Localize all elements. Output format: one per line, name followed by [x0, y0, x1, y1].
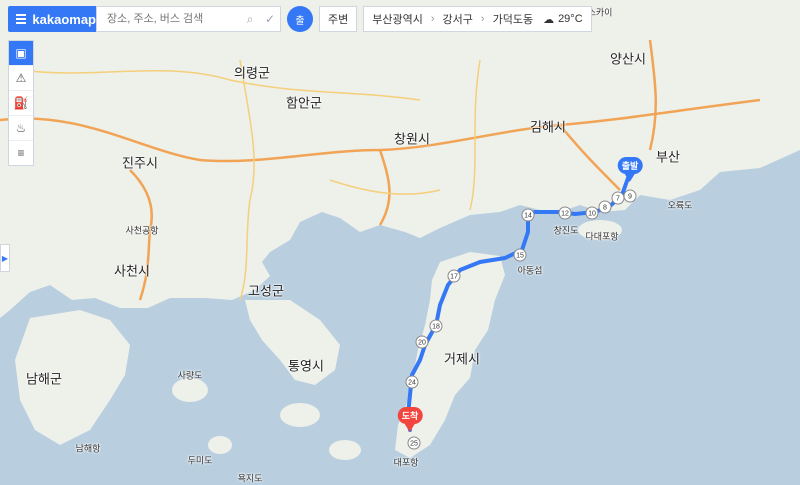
region-breadcrumb: 부산광역시 › 강서구 › 가덕도동 ☁ 29°C [363, 6, 592, 32]
city-label: 함안군 [286, 95, 322, 111]
island [280, 403, 320, 427]
city-label: 의령군 [234, 65, 270, 81]
breadcrumb-item[interactable]: 강서구 [443, 11, 473, 27]
cloud-icon: ☁ [543, 13, 555, 26]
panel-toggle-button[interactable]: ▶ [0, 244, 10, 272]
search-input[interactable] [105, 12, 240, 26]
city-label: 남해군 [26, 371, 62, 387]
city-label: 김해시 [530, 119, 566, 135]
cctv-icon[interactable]: ▣ [9, 41, 33, 66]
gas-station-icon[interactable]: ⛽ [9, 91, 33, 116]
map-tools: ▣ ⚠ ⛽ ♨ ≡ [8, 40, 34, 166]
place-label: 욕지도 [237, 473, 263, 484]
svg-text:12: 12 [561, 211, 569, 218]
svg-text:7: 7 [616, 196, 620, 203]
place-label: 사량도 [177, 370, 203, 381]
top-bar: kakaomap ⌕ ✓ 출 주변 부산광역시 › 강서구 › 가덕도동 ☁ 2… [8, 6, 592, 32]
weather-temp: 29°C [558, 13, 583, 25]
city-label: 거제시 [444, 351, 480, 367]
svg-text:17: 17 [450, 274, 458, 281]
svg-text:9: 9 [628, 194, 632, 201]
city-label: 부산 [656, 149, 680, 165]
city-label: 양산시 [610, 51, 646, 67]
breadcrumb-item[interactable]: 부산광역시 [372, 11, 423, 27]
brand-logo[interactable]: kakaomap [8, 6, 96, 32]
place-label: 오륙도 [667, 200, 693, 211]
nearby-label: 주변 [328, 14, 349, 26]
svg-text:24: 24 [408, 380, 416, 387]
city-label: 창원시 [394, 131, 430, 147]
svg-text:8: 8 [603, 205, 607, 212]
place-label: 아동섬 [517, 265, 543, 276]
place-label: 다대포항 [585, 231, 619, 242]
place-label: 남해항 [75, 443, 101, 454]
place-label: 창진도 [553, 225, 579, 236]
weather-info[interactable]: ☁ 29°C [543, 13, 583, 26]
location-pin-button[interactable]: 출 [287, 6, 313, 32]
warning-icon[interactable]: ⚠ [9, 66, 33, 91]
city-label: 진주시 [122, 155, 158, 171]
check-icon[interactable]: ✓ [260, 12, 280, 26]
traffic-light-icon[interactable]: ≡ [9, 141, 33, 165]
route-end-marker[interactable]: 도착 [397, 407, 423, 432]
city-label: 사천시 [114, 263, 150, 279]
end-label: 도착 [397, 407, 423, 424]
search-box: ⌕ ✓ [96, 6, 281, 32]
breadcrumb-item[interactable]: 가덕도동 [493, 11, 533, 27]
badge-label: 14 [524, 213, 532, 220]
chevron-right-icon: › [430, 13, 435, 25]
city-label: 통영시 [288, 358, 324, 374]
city-label: 고성군 [248, 283, 284, 299]
island [208, 436, 232, 454]
svg-text:25: 25 [410, 441, 418, 448]
search-icon[interactable]: ⌕ [240, 12, 260, 27]
restaurant-icon[interactable]: ♨ [9, 116, 33, 141]
svg-text:10: 10 [588, 211, 596, 218]
svg-text:15: 15 [516, 253, 524, 260]
location-pin-icon: 출 [295, 15, 305, 27]
island [172, 378, 208, 402]
route-start-marker[interactable]: 출발 [617, 157, 643, 182]
brand-name: kakaomap [32, 11, 96, 27]
place-label: 두미도 [187, 455, 213, 466]
svg-text:20: 20 [418, 340, 426, 347]
place-label: 대포항 [393, 457, 419, 468]
nearby-button[interactable]: 주변 [319, 6, 358, 32]
start-label: 출발 [617, 157, 643, 174]
chevron-right-icon: › [480, 13, 485, 25]
place-label: 사천공항 [125, 225, 159, 236]
island [329, 440, 361, 460]
svg-text:18: 18 [432, 324, 440, 331]
menu-icon[interactable] [16, 14, 27, 24]
